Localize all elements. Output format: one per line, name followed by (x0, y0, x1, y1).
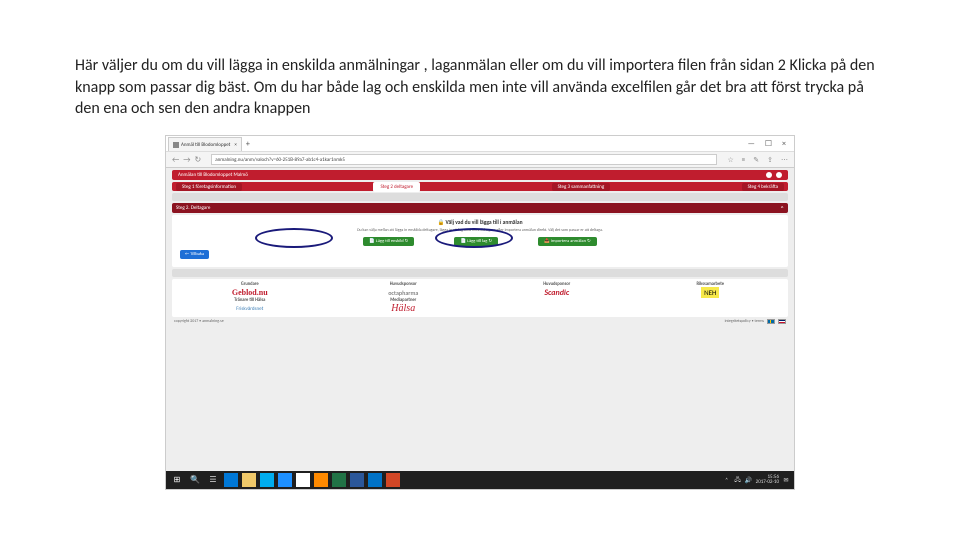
task-view-icon[interactable]: ☰ (206, 473, 220, 487)
step-tab-2[interactable]: Steg 2 deltagare (373, 182, 420, 192)
spacer-band (172, 193, 788, 201)
taskbar-app-ie[interactable] (278, 473, 292, 487)
step-tabs: Steg 1 företagsinformation Steg 2 deltag… (172, 182, 788, 191)
reading-list-icon[interactable]: ≡ (742, 155, 746, 164)
start-button-icon[interactable]: ⊞ (170, 473, 184, 487)
tray-network-icon[interactable]: 🖧 (734, 476, 742, 484)
tab-close-icon[interactable]: × (234, 142, 237, 148)
share-icon[interactable]: ⇪ (767, 155, 773, 164)
sponsor-logo-octapharma[interactable]: octapharma (329, 289, 479, 297)
step-label: Steg 2. Deltagare (176, 205, 210, 211)
nav-forward-icon[interactable]: → (183, 155, 190, 165)
page-footer: copyright 2017 • anmalning.se integritet… (172, 319, 788, 324)
page-title: Anmälan till Blodomloppet Malmö (178, 172, 248, 178)
step-header-row[interactable]: Steg 2. Deltagare ˄ (172, 203, 788, 213)
window-minimize-icon[interactable]: — (748, 139, 755, 149)
footer-copyright: copyright 2017 • anmalning.se (174, 319, 224, 324)
clock-date: 2017-02-10 (756, 480, 779, 486)
window-maximize-icon[interactable]: ☐ (765, 139, 772, 149)
sponsor-category: Tränare till Hälsa (175, 298, 325, 303)
flag-uk-icon[interactable] (778, 319, 786, 324)
taskbar-app-firefox[interactable] (314, 473, 328, 487)
sponsor-category: Huvudsponsor (329, 282, 479, 287)
page-content: Anmälan till Blodomloppet Malmö Steg 1 f… (166, 168, 794, 471)
sponsor-panel: Grundare Huvudsponsor Huvudsponsor Rikss… (172, 279, 788, 317)
windows-taskbar: ⊞ 🔍 ☰ ˄ 🖧 🔊 15:56 2017-02-10 ✉ (166, 471, 794, 489)
taskbar-app-powerpoint[interactable] (386, 473, 400, 487)
chevron-up-icon: ˄ (780, 204, 784, 213)
step-tab-3[interactable]: Steg 3 sammanfattning (552, 183, 611, 191)
instruction-paragraph: Här väljer du om du vill lägga in enskil… (75, 55, 885, 120)
tab-favicon (173, 142, 179, 148)
import-registration-button[interactable]: 📥 Importera anmälan ↻ (538, 237, 597, 246)
step-tab-4[interactable]: Steg 4 bekräfta (742, 183, 784, 191)
sponsor-logo-neh[interactable]: NEH (636, 287, 786, 298)
taskbar-app-word[interactable] (350, 473, 364, 487)
window-titlebar: Anmäl till Blodomloppet × + — ☐ × (166, 136, 794, 152)
sponsor-category: Grundare (175, 282, 325, 287)
address-bar: ← → ↻ anmalning.nu/anm/valoch?v=60-251B-… (166, 152, 794, 168)
sponsor-logo-scandic[interactable]: Scandic (482, 288, 632, 298)
highlight-ellipse-2 (435, 228, 513, 248)
sponsor-logo-halsa[interactable]: Hälsa (329, 303, 479, 314)
embedded-screenshot: Anmäl till Blodomloppet × + — ☐ × ← → ↻ … (165, 135, 795, 490)
browser-tab[interactable]: Anmäl till Blodomloppet × (168, 137, 242, 151)
taskbar-app-store[interactable] (260, 473, 274, 487)
tray-volume-icon[interactable]: 🔊 (745, 476, 753, 484)
notes-icon[interactable]: ✎ (753, 155, 759, 164)
taskbar-app-excel[interactable] (332, 473, 346, 487)
taskbar-app-chrome[interactable] (296, 473, 310, 487)
taskbar-app-edge[interactable] (224, 473, 238, 487)
sponsor-logo-friskvard[interactable]: Friskvårdsnet (175, 306, 325, 312)
nav-reload-icon[interactable]: ↻ (195, 155, 202, 165)
spacer-band (172, 269, 788, 277)
indicator-dot (766, 172, 772, 178)
add-individual-button[interactable]: 📄 Lägg till enskild ↻ (363, 237, 414, 246)
taskbar-app-explorer[interactable] (242, 473, 256, 487)
sponsor-category: Huvudsponsor (482, 282, 632, 287)
url-text: anmalning.nu/anm/valoch?v=60-251B-89a7-a… (215, 157, 345, 163)
tab-title: Anmäl till Blodomloppet (181, 142, 230, 148)
window-close-icon[interactable]: × (782, 139, 786, 149)
highlight-ellipse-1 (255, 228, 333, 248)
favorite-star-icon[interactable]: ☆ (727, 155, 733, 164)
nav-back-icon[interactable]: ← (172, 155, 179, 165)
back-button[interactable]: ← Tillbaka (180, 250, 209, 259)
search-icon[interactable]: 🔍 (188, 473, 202, 487)
taskbar-clock[interactable]: 15:56 2017-02-10 (756, 475, 779, 486)
footer-links[interactable]: integritetspolicy • terms (725, 319, 764, 324)
more-icon[interactable]: ⋯ (781, 155, 788, 164)
header-banner: Anmälan till Blodomloppet Malmö (172, 170, 788, 180)
step-tab-1[interactable]: Steg 1 företagsinformation (176, 183, 242, 191)
card-title: 🔒 Välj vad du vill lägga till i anmälan (437, 220, 522, 226)
tray-up-icon[interactable]: ˄ (723, 476, 731, 484)
url-input[interactable]: anmalning.nu/anm/valoch?v=60-251B-89a7-a… (211, 154, 717, 165)
taskbar-app-outlook[interactable] (368, 473, 382, 487)
sponsor-logo-geblod[interactable]: Geblod.nu (175, 288, 325, 297)
new-tab-button[interactable]: + (246, 139, 250, 149)
tray-notifications-icon[interactable]: ✉ (782, 476, 790, 484)
flag-se-icon[interactable] (767, 319, 775, 324)
indicator-dot (776, 172, 782, 178)
